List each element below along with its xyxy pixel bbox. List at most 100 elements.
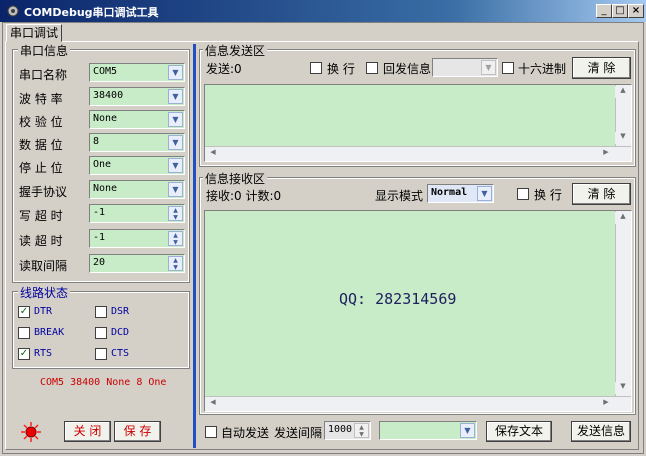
line-checkbox[interactable]: ✓	[18, 348, 30, 360]
serial-label: 写 超 时	[19, 209, 63, 223]
line-label: BREAK	[34, 327, 65, 338]
serial-select[interactable]: None ▼	[89, 110, 185, 129]
serial-label: 读取间隔	[19, 259, 68, 273]
stepper-icon[interactable]: ▲ ▼	[168, 206, 183, 221]
serial-label: 波 特 率	[19, 92, 63, 106]
interval-label: 发送间隔	[274, 426, 323, 440]
scroll-down-icon[interactable]: ▼	[615, 382, 631, 394]
send-info-button[interactable]: 发送信息	[571, 421, 631, 442]
serial-select[interactable]: One ▼	[89, 156, 185, 175]
serial-stepper[interactable]: -1 ▲ ▼	[89, 229, 185, 248]
chevron-down-icon: ▼	[481, 60, 496, 75]
serial-label: 校 验 位	[19, 115, 63, 129]
serial-select[interactable]: 38400 ▼	[89, 87, 185, 106]
line-checkbox[interactable]	[95, 348, 107, 360]
save-text-button[interactable]: 保存文本	[486, 421, 552, 442]
chevron-down-icon: ▼	[168, 89, 183, 104]
serial-value: COM5	[93, 66, 118, 77]
status-light-icon	[21, 422, 41, 442]
recv-hscrollbar[interactable]	[205, 396, 631, 411]
chevron-down-icon: ▼	[168, 182, 183, 197]
line-label: DCD	[111, 327, 130, 338]
scroll-down-icon[interactable]: ▼	[615, 132, 631, 144]
recv-content: QQ: 282314569	[339, 290, 457, 308]
line-checkbox[interactable]	[95, 306, 107, 318]
serial-label: 串口名称	[19, 68, 68, 82]
line-label: CTS	[111, 348, 130, 359]
save-button[interactable]: 保 存	[114, 421, 161, 442]
app-icon	[7, 5, 19, 17]
echo-select[interactable]: ▼	[432, 58, 498, 77]
chevron-down-icon: ▼	[168, 65, 183, 80]
interval-input[interactable]: 1000 ▲ ▼	[324, 421, 371, 440]
auto-send-checkbox[interactable]	[205, 426, 217, 438]
chevron-down-icon: ▼	[168, 158, 183, 173]
serial-value: 38400	[93, 90, 124, 101]
serial-label: 停 止 位	[19, 161, 63, 175]
line-checkbox[interactable]: ✓	[18, 306, 30, 318]
close-port-button[interactable]: 关 闭	[64, 421, 111, 442]
serial-stepper[interactable]: -1 ▲ ▼	[89, 204, 185, 223]
window-title: COMDebug串口调试工具	[24, 6, 159, 19]
scroll-right-icon[interactable]: ▶	[600, 148, 612, 160]
minimize-button[interactable]: _	[596, 4, 612, 18]
line-label: RTS	[34, 348, 53, 359]
scroll-right-icon[interactable]: ▶	[600, 398, 612, 410]
chevron-down-icon: ▼	[460, 423, 475, 438]
serial-select[interactable]: None ▼	[89, 180, 185, 199]
serial-label: 读 超 时	[19, 234, 63, 248]
echo-label: 回发信息	[383, 62, 432, 76]
scroll-up-icon[interactable]: ▲	[615, 212, 631, 224]
chevron-down-icon: ▼	[477, 186, 492, 201]
display-mode-value: Normal	[431, 187, 468, 198]
serial-value: 8	[93, 136, 100, 147]
hex-label: 十六进制	[518, 62, 567, 76]
line-checkbox[interactable]	[18, 327, 30, 339]
stepper-icon[interactable]: ▲ ▼	[354, 423, 369, 438]
line-label: DSR	[111, 306, 130, 317]
tab-serial-debug[interactable]: 串口调试	[6, 24, 62, 42]
stepper-icon[interactable]: ▲ ▼	[168, 231, 183, 246]
display-mode-label: 显示模式	[375, 189, 424, 203]
send-history-select[interactable]: ▼	[379, 421, 477, 440]
recv-vscrollbar[interactable]	[615, 211, 631, 396]
line-checkbox[interactable]	[95, 327, 107, 339]
scroll-up-icon[interactable]: ▲	[615, 86, 631, 98]
recv-wrap-label: 换 行	[534, 188, 562, 202]
serial-select[interactable]: 8 ▼	[89, 133, 185, 152]
close-window-button[interactable]: ×	[628, 4, 644, 18]
chevron-down-icon: ▼	[168, 135, 183, 150]
display-mode-select[interactable]: Normal ▼	[427, 184, 494, 203]
hex-checkbox[interactable]	[502, 62, 514, 74]
scroll-left-icon[interactable]: ◀	[207, 398, 219, 410]
serial-value: 20	[93, 257, 106, 268]
serial-value: None	[93, 113, 118, 124]
send-wrap-checkbox[interactable]	[310, 62, 322, 74]
send-clear-button[interactable]: 清 除	[572, 57, 631, 79]
auto-send-label: 自动发送	[221, 426, 270, 440]
recv-group-title: 信息接收区	[203, 170, 268, 187]
maximize-button[interactable]: □	[612, 4, 628, 18]
stepper-icon[interactable]: ▲ ▼	[168, 256, 183, 271]
serial-select[interactable]: COM5 ▼	[89, 63, 185, 82]
recv-textarea[interactable]	[204, 210, 632, 412]
line-label: DTR	[34, 306, 53, 317]
serial-value: -1	[93, 207, 106, 218]
scroll-left-icon[interactable]: ◀	[207, 148, 219, 160]
splitter[interactable]	[193, 44, 196, 448]
recv-wrap-checkbox[interactable]	[517, 188, 529, 200]
serial-value: None	[93, 183, 118, 194]
chevron-down-icon: ▼	[168, 112, 183, 127]
serial-label: 数 据 位	[19, 138, 63, 152]
line-status-title: 线路状态	[18, 284, 71, 301]
serial-value: -1	[93, 232, 106, 243]
echo-checkbox[interactable]	[366, 62, 378, 74]
interval-value: 1000	[328, 424, 353, 435]
recv-clear-button[interactable]: 清 除	[572, 183, 631, 205]
serial-value: One	[93, 159, 112, 170]
send-hscrollbar[interactable]	[205, 146, 631, 161]
recv-count: 接收:0 计数:0	[206, 189, 282, 203]
serial-stepper[interactable]: 20 ▲ ▼	[89, 254, 185, 273]
status-summary: COM5 38400 None 8 One	[40, 377, 167, 388]
serial-label: 握手协议	[19, 185, 68, 199]
